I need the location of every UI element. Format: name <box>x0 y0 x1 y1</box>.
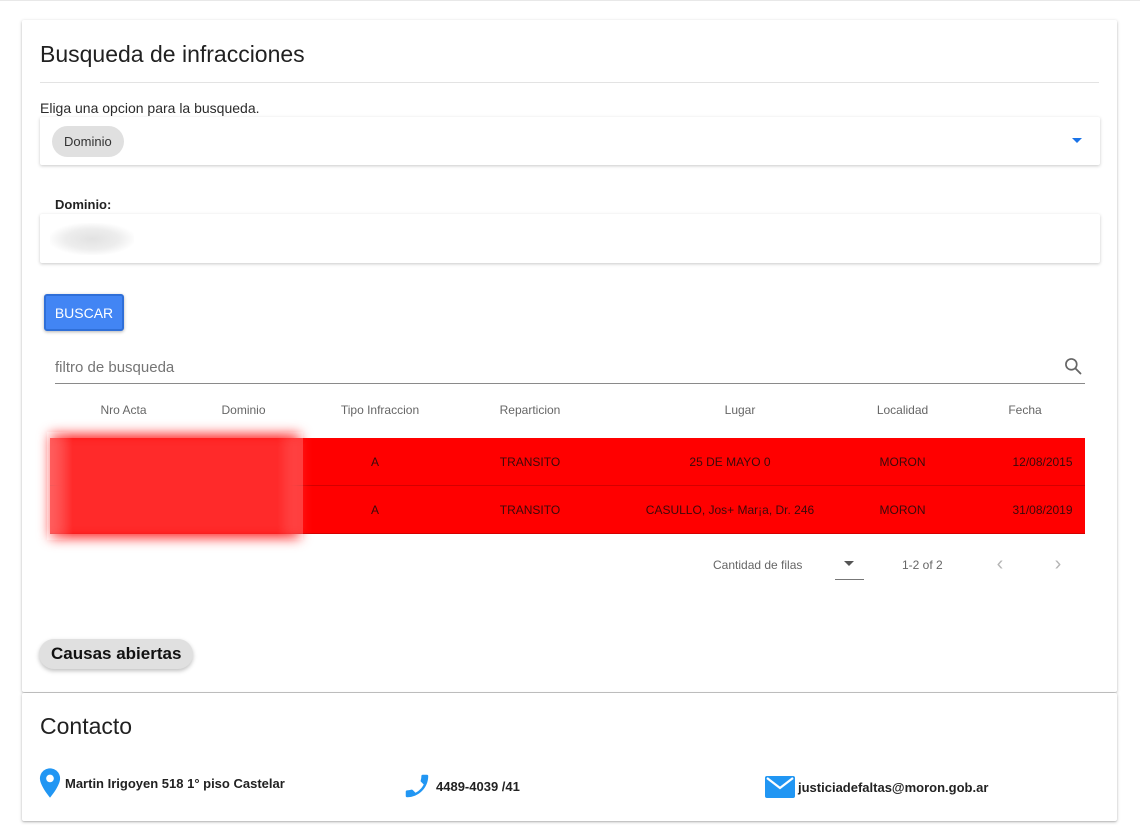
search-icon[interactable] <box>1063 356 1083 376</box>
causas-abiertas-button[interactable]: Causas abiertas <box>39 639 194 669</box>
cell-tipo: A <box>370 503 379 517</box>
contact-email: justiciadefaltas@moron.gob.ar <box>765 775 988 799</box>
page-range: 1-2 of 2 <box>902 558 943 572</box>
chevron-down-icon[interactable] <box>1072 138 1082 143</box>
phone-text: 4489-4039 /41 <box>436 778 520 794</box>
cell-lugar: 25 DE MAYO 0 <box>689 455 771 469</box>
cell-lugar: CASULLO, Jos+ Mar¡a, Dr. 246 <box>645 503 815 517</box>
infractions-table: Nro Acta Dominio Tipo Infraccion Reparti… <box>47 395 1085 540</box>
top-border <box>0 0 1140 1</box>
filter-field <box>55 351 1085 384</box>
phone-icon <box>405 774 429 798</box>
cell-localidad: MORON <box>879 503 926 517</box>
contact-title: Contacto <box>40 713 133 739</box>
pagination: Cantidad de filas 1-2 of 2 ‹ › <box>22 554 1117 586</box>
rows-per-page-select[interactable] <box>835 554 864 580</box>
cell-reparticion: TRANSITO <box>499 455 561 469</box>
dominio-field <box>40 214 1100 263</box>
column-header[interactable]: Lugar <box>630 395 850 438</box>
contact-card: Contacto Martin Irigoyen 518 1° piso Cas… <box>22 693 1117 821</box>
mail-icon <box>765 776 795 798</box>
cell-reparticion: TRANSITO <box>499 503 561 517</box>
table-body: A TRANSITO 25 DE MAYO 0 MORON 12/08/2015… <box>47 432 1085 540</box>
column-header[interactable]: Reparticion <box>475 395 585 438</box>
rows-per-page-label: Cantidad de filas <box>713 558 803 572</box>
cell-tipo: A <box>370 455 379 469</box>
dominio-label: Dominio: <box>55 197 112 212</box>
email-text[interactable]: justiciadefaltas@moron.gob.ar <box>798 780 988 795</box>
page-title: Busqueda de infracciones <box>40 41 305 67</box>
cell-fecha: 31/08/2019 <box>1012 503 1073 517</box>
address-text: Martin Irigoyen 518 1° piso Castelar <box>65 775 285 791</box>
cell-localidad: MORON <box>879 455 926 469</box>
map-pin-icon <box>39 768 61 798</box>
search-option-select[interactable]: Dominio <box>40 117 1100 165</box>
cell-fecha: 12/08/2015 <box>1012 455 1073 469</box>
contact-address: Martin Irigoyen 518 1° piso Castelar <box>39 768 285 798</box>
selected-option-chip[interactable]: Dominio <box>52 126 124 157</box>
filter-input[interactable] <box>55 355 1035 379</box>
column-header[interactable]: Localidad <box>855 395 950 438</box>
contact-phone: 4489-4039 /41 <box>402 771 520 801</box>
column-header[interactable]: Fecha <box>980 395 1070 438</box>
redacted-fade <box>47 432 303 540</box>
column-header[interactable]: Tipo Infraccion <box>320 395 440 438</box>
chevron-left-icon[interactable]: ‹ <box>990 554 1010 575</box>
search-option-label: Eliga una opcion para la busqueda. <box>40 100 260 116</box>
divider <box>40 82 1099 83</box>
chevron-down-icon[interactable] <box>844 561 854 566</box>
chevron-right-icon[interactable]: › <box>1048 554 1068 575</box>
search-card: Busqueda de infracciones Eliga una opcio… <box>22 20 1117 692</box>
buscar-button[interactable]: BUSCAR <box>44 294 124 331</box>
dominio-input[interactable] <box>50 223 134 255</box>
